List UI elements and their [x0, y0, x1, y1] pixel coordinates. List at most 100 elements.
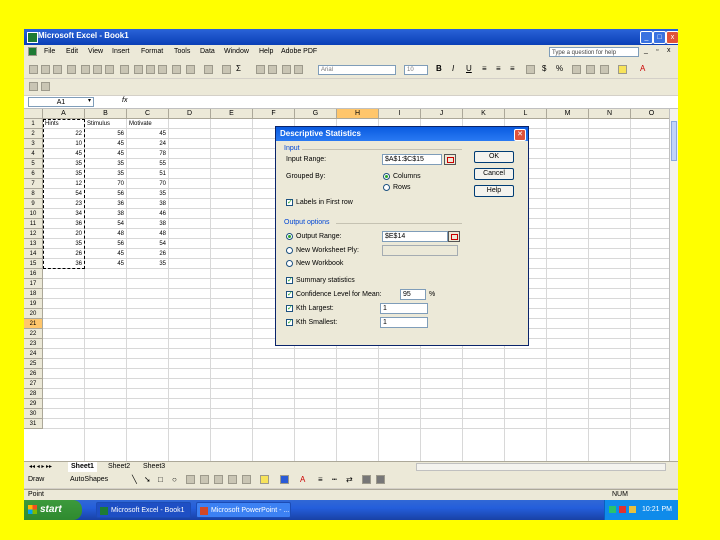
taskbar-excel[interactable]: Microsoft Excel - Book1 [96, 502, 191, 518]
menu-format[interactable]: Format [141, 48, 163, 55]
rectangle-tool-icon[interactable]: □ [158, 475, 163, 484]
grouped-rows-radio[interactable] [383, 184, 390, 191]
dialog-close-icon[interactable]: ✕ [514, 129, 526, 141]
row-header-4[interactable]: 4 [24, 149, 43, 159]
data-cell[interactable]: 56 [87, 189, 124, 199]
data-cell[interactable]: 35 [87, 169, 124, 179]
volume-tray-icon[interactable] [629, 506, 636, 513]
column-header-e[interactable]: E [211, 109, 253, 119]
sort-descending-icon[interactable] [268, 65, 277, 74]
row-header-15[interactable]: 15 [24, 259, 43, 269]
help-question-input[interactable]: Type a question for help [549, 47, 639, 57]
font-name-select[interactable]: Arial [318, 65, 396, 75]
row-header-19[interactable]: 19 [24, 299, 43, 309]
data-cell[interactable]: 45 [87, 249, 124, 259]
percent-icon[interactable]: % [556, 64, 563, 73]
data-cell[interactable]: 36 [87, 199, 124, 209]
data-cell[interactable]: 24 [129, 139, 166, 149]
doc-close-icon[interactable]: x [667, 47, 671, 54]
input-range-collapse-icon[interactable] [444, 154, 456, 165]
column-header-a[interactable]: A [43, 109, 85, 119]
draw-menu[interactable]: Draw [28, 476, 44, 483]
row-header-21[interactable]: 21 [24, 319, 43, 329]
menu-insert[interactable]: Insert [112, 48, 130, 55]
row-header-10[interactable]: 10 [24, 209, 43, 219]
merge-center-icon[interactable] [526, 65, 535, 74]
select-all-corner[interactable] [24, 109, 43, 119]
currency-icon[interactable]: $ [542, 64, 546, 73]
row-header-17[interactable]: 17 [24, 279, 43, 289]
data-cell[interactable]: 35 [129, 259, 166, 269]
data-cell[interactable]: 35 [129, 189, 166, 199]
column-header-b[interactable]: B [85, 109, 127, 119]
data-cell[interactable]: 48 [87, 229, 124, 239]
data-cell[interactable]: 38 [129, 199, 166, 209]
bold-icon[interactable]: B [436, 64, 442, 73]
draw-font-color-icon[interactable]: A [300, 475, 305, 484]
font-color-icon[interactable]: A [640, 64, 645, 73]
row-header-27[interactable]: 27 [24, 379, 43, 389]
dash-style-icon[interactable]: ┅ [332, 475, 337, 484]
taskbar-powerpoint[interactable]: Microsoft PowerPoint - ... [196, 502, 291, 518]
row-header-14[interactable]: 14 [24, 249, 43, 259]
align-right-icon[interactable]: ≡ [510, 64, 515, 73]
chart-wizard-icon[interactable] [282, 65, 291, 74]
autoshapes-menu[interactable]: AutoShapes [70, 476, 108, 483]
minimize-icon[interactable]: _ [640, 31, 653, 44]
increase-decimal-icon[interactable] [586, 65, 595, 74]
row-header-29[interactable]: 29 [24, 399, 43, 409]
row-header-3[interactable]: 3 [24, 139, 43, 149]
column-header-j[interactable]: J [421, 109, 463, 119]
diagram-icon[interactable] [214, 475, 223, 484]
column-header-k[interactable]: K [463, 109, 505, 119]
copy-icon[interactable] [146, 65, 155, 74]
row-header-23[interactable]: 23 [24, 339, 43, 349]
tab-sheet1[interactable]: Sheet1 [68, 462, 97, 472]
row-header-26[interactable]: 26 [24, 369, 43, 379]
open-icon[interactable] [41, 65, 50, 74]
data-cell[interactable]: 35 [87, 159, 124, 169]
row-header-6[interactable]: 6 [24, 169, 43, 179]
sort-ascending-icon[interactable] [256, 65, 265, 74]
row-header-1[interactable]: 1 [24, 119, 43, 129]
arrow-tool-icon[interactable]: ➘ [144, 475, 151, 484]
new-workbook-radio[interactable] [286, 260, 293, 267]
drawing-icon[interactable] [294, 65, 303, 74]
line-tool-icon[interactable]: ╲ [132, 475, 137, 484]
menu-window[interactable]: Window [224, 48, 249, 55]
doc-minimize-icon[interactable]: _ [644, 47, 648, 54]
ok-button[interactable]: OK [474, 151, 514, 163]
picture-icon[interactable] [242, 475, 251, 484]
kth-smallest-checkbox[interactable]: ✓ [286, 319, 293, 326]
data-cell[interactable]: 54 [87, 219, 124, 229]
fx-icon[interactable]: fx [122, 97, 127, 104]
shadow-icon[interactable] [362, 475, 371, 484]
vertical-scrollbar[interactable] [669, 109, 678, 461]
undo-icon[interactable] [186, 65, 195, 74]
data-cell[interactable]: 55 [129, 159, 166, 169]
row-header-25[interactable]: 25 [24, 359, 43, 369]
menu-adobe-pdf[interactable]: Adobe PDF [281, 48, 317, 55]
column-header-m[interactable]: M [547, 109, 589, 119]
save-icon[interactable] [53, 65, 62, 74]
data-cell[interactable]: 45 [87, 149, 124, 159]
row-header-18[interactable]: 18 [24, 289, 43, 299]
format-painter-icon[interactable] [172, 65, 181, 74]
tab-sheet2[interactable]: Sheet2 [105, 462, 133, 472]
data-cell[interactable]: 38 [87, 209, 124, 219]
column-header-o[interactable]: O [631, 109, 669, 119]
row-header-5[interactable]: 5 [24, 159, 43, 169]
column-header-f[interactable]: F [253, 109, 295, 119]
confidence-level-field[interactable]: 95 [400, 289, 426, 300]
menu-file[interactable]: File [44, 48, 55, 55]
data-cell[interactable]: 70 [129, 179, 166, 189]
data-cell[interactable]: 45 [87, 139, 124, 149]
row-header-31[interactable]: 31 [24, 419, 43, 429]
data-cell[interactable]: 56 [87, 129, 124, 139]
permission-icon[interactable] [67, 65, 76, 74]
data-cell[interactable]: 45 [87, 259, 124, 269]
name-box-dropdown-icon[interactable]: ▾ [88, 97, 91, 104]
data-cell[interactable]: 78 [129, 149, 166, 159]
input-range-field[interactable]: $A$1:$C$15 [382, 154, 442, 165]
row-header-11[interactable]: 11 [24, 219, 43, 229]
